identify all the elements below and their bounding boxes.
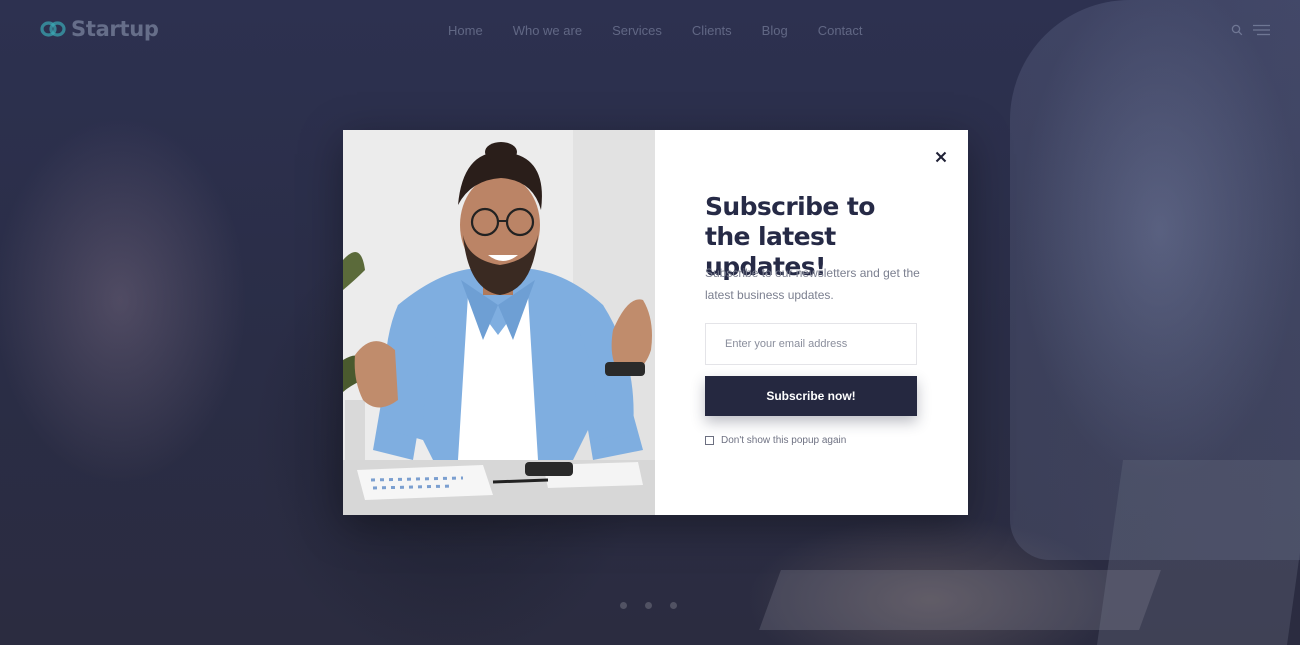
nav-item-contact[interactable]: Contact [818, 23, 863, 38]
logo-text: Startup [71, 17, 159, 41]
slider-dots [620, 602, 677, 609]
slider-dot[interactable] [670, 602, 677, 609]
search-icon[interactable] [1231, 24, 1243, 36]
slider-dot[interactable] [645, 602, 652, 609]
site-header: Startup Home Who we are Services Clients… [0, 0, 1300, 62]
smiling-man-photo [343, 130, 655, 515]
slider-dot[interactable] [620, 602, 627, 609]
main-nav: Home Who we are Services Clients Blog Co… [448, 23, 863, 38]
subscribe-popup: Subscribe to the latest updates! Subscri… [343, 130, 968, 515]
hero-papers [759, 570, 1161, 630]
logo[interactable]: Startup [40, 17, 159, 41]
nav-item-blog[interactable]: Blog [762, 23, 788, 38]
checkbox-box[interactable] [705, 436, 714, 445]
popup-content: Subscribe to the latest updates! Subscri… [655, 130, 968, 515]
header-icons [1231, 24, 1270, 36]
close-icon[interactable] [934, 150, 948, 164]
infinity-link-icon [40, 21, 66, 37]
nav-item-services[interactable]: Services [612, 23, 662, 38]
nav-item-who-we-are[interactable]: Who we are [513, 23, 582, 38]
nav-item-home[interactable]: Home [448, 23, 483, 38]
checkbox-label: Don't show this popup again [721, 435, 847, 446]
popup-image [343, 130, 655, 515]
subscribe-button[interactable]: Subscribe now! [705, 376, 917, 416]
popup-description: Subscribe to our newsletters and get the… [705, 266, 920, 302]
menu-icon[interactable] [1253, 24, 1270, 36]
nav-item-clients[interactable]: Clients [692, 23, 732, 38]
dont-show-checkbox[interactable]: Don't show this popup again [705, 435, 846, 446]
email-input[interactable] [705, 323, 917, 365]
